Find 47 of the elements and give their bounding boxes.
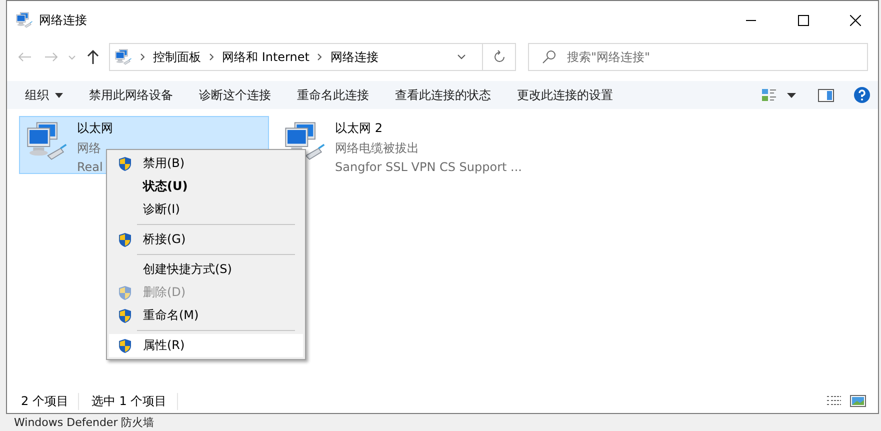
- shield-icon: [117, 284, 133, 300]
- preview-pane-icon[interactable]: [818, 88, 834, 102]
- maximize-icon[interactable]: [798, 14, 808, 26]
- toolbar-button[interactable]: 组织: [17, 82, 71, 108]
- status-text: 选中 1 个项目: [89, 392, 178, 410]
- up-arrow-icon[interactable]: [87, 50, 99, 64]
- connection-device: Sangfor SSL VPN CS Support ...: [335, 160, 522, 174]
- connection-name: 以太网: [77, 120, 113, 137]
- connection-status: 网络电缆被拔出: [335, 140, 420, 157]
- menu-item[interactable]: 重命名(M): [109, 304, 303, 327]
- shield-icon: [117, 338, 133, 354]
- connection-name: 以太网 2: [335, 120, 384, 137]
- menu-item[interactable]: 状态(U): [109, 175, 303, 198]
- connection-status: 网络: [77, 140, 102, 157]
- toolbar-button[interactable]: 查看此连接的状态: [387, 82, 499, 108]
- desktop-text: Windows Defender 防火墙: [14, 415, 154, 430]
- breadcrumb[interactable]: 控制面板: [153, 48, 201, 66]
- toolbar-button[interactable]: 更改此连接的设置: [509, 82, 621, 108]
- search-icon: [542, 50, 556, 64]
- dropdown-caret-icon[interactable]: [457, 54, 466, 60]
- search-field[interactable]: 搜索"网络连接": [528, 43, 868, 71]
- chevron-icon: [317, 53, 322, 61]
- status-text: 2 个项目: [19, 392, 80, 410]
- window-title: 网络连接: [39, 12, 88, 28]
- menu-item[interactable]: 创建快捷方式(S): [109, 258, 303, 281]
- dropdown-caret-icon[interactable]: [787, 92, 796, 98]
- shield-icon: [117, 232, 133, 248]
- help-icon[interactable]: [854, 87, 870, 103]
- toolbar-button[interactable]: 重命名此连接: [289, 82, 377, 108]
- breadcrumb[interactable]: 网络连接: [330, 48, 378, 66]
- menu-item[interactable]: 桥接(G): [109, 228, 303, 251]
- network-computer-icon: [15, 11, 33, 29]
- breadcrumb[interactable]: 网络和 Internet: [222, 48, 310, 66]
- toolbar-button[interactable]: 诊断这个连接: [191, 82, 279, 108]
- address-bar[interactable]: 控制面板 网络和 Internet 网络连接: [109, 43, 516, 71]
- refresh-icon[interactable]: [493, 50, 507, 64]
- view-options-icon[interactable]: [761, 88, 777, 102]
- toolbar-button[interactable]: 禁用此网络设备: [81, 82, 181, 108]
- shield-icon: [117, 156, 133, 172]
- close-icon[interactable]: [850, 14, 860, 26]
- connection-device: Real: [77, 160, 104, 174]
- chevron-icon: [209, 53, 214, 61]
- chevron-icon: [140, 53, 145, 61]
- menu-item[interactable]: 属性(R): [109, 334, 303, 357]
- menu-item[interactable]: 诊断(I): [109, 198, 303, 221]
- shield-icon: [117, 308, 133, 324]
- network-computer-icon: [114, 48, 132, 66]
